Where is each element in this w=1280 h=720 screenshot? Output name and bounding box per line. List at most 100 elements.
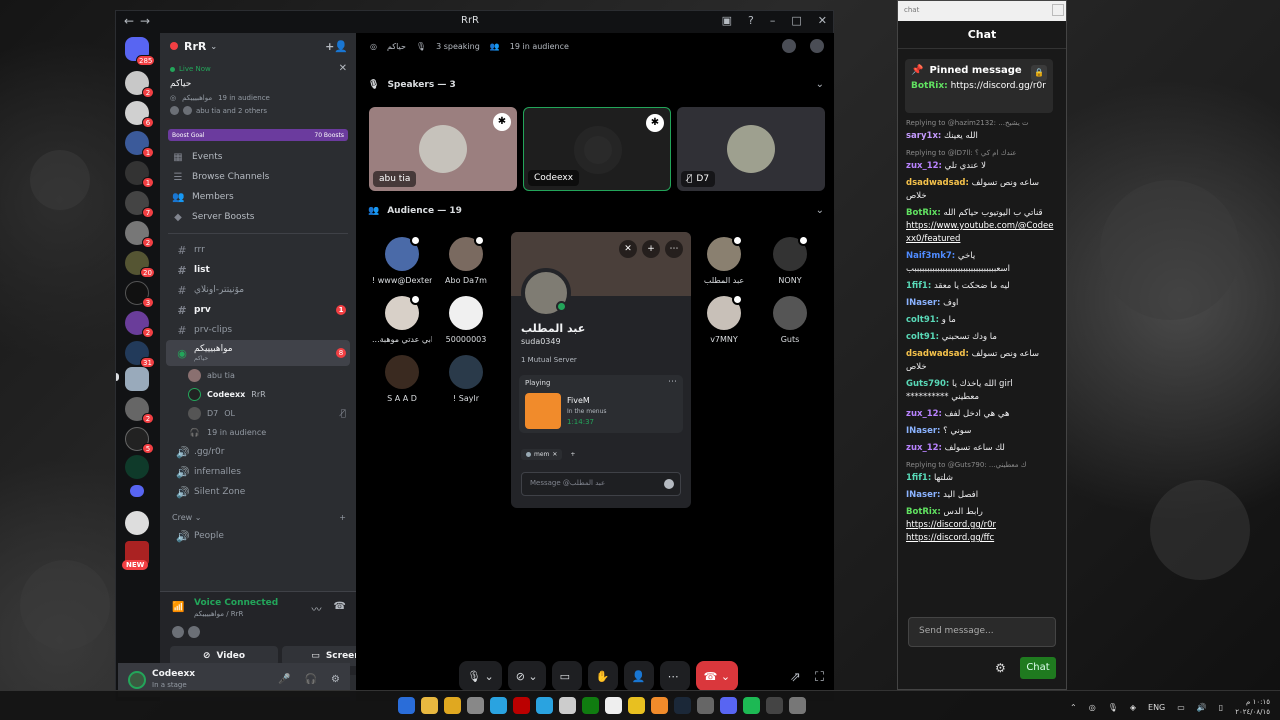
user-avatar[interactable] bbox=[128, 671, 146, 689]
voice-connected-sub[interactable]: مواهبيييكم / RrR bbox=[194, 610, 243, 618]
chat-username[interactable]: zux_12: bbox=[906, 443, 942, 453]
audience-member[interactable]: v7MNY bbox=[694, 294, 754, 344]
audience-member[interactable]: ! www@Dexter bbox=[372, 235, 432, 285]
audience-count[interactable]: 🎧 19 in audience bbox=[160, 423, 356, 442]
audience-member[interactable]: S A A D bbox=[372, 355, 432, 403]
category-crew[interactable]: Crew ⌄ + bbox=[160, 508, 356, 526]
share-screen-button[interactable]: ▭ bbox=[551, 661, 582, 691]
spotify-icon[interactable] bbox=[743, 697, 760, 714]
voice-channel[interactable]: 🔊 .gg/r0r bbox=[166, 442, 350, 462]
noise-suppression-icon[interactable]: 〰 bbox=[312, 601, 322, 616]
app-tray-icon[interactable]: ◎ bbox=[1089, 703, 1096, 712]
app-icon[interactable] bbox=[605, 697, 622, 714]
telegram-icon[interactable] bbox=[536, 697, 553, 714]
channel-item[interactable]: # list bbox=[166, 260, 350, 280]
chat-link[interactable]: https://discord.gg/r0r https://discord.g… bbox=[906, 520, 996, 543]
voice-user[interactable]: Codeexx RrR bbox=[160, 385, 356, 404]
popout-icon[interactable]: ⇗ bbox=[790, 670, 801, 685]
camera-button[interactable]: ⊘ ⌄ bbox=[507, 661, 546, 691]
inbox-icon[interactable]: ▣ bbox=[722, 14, 732, 27]
app-tray-icon[interactable]: ◈ bbox=[1130, 703, 1136, 712]
add-friend-icon[interactable]: + bbox=[642, 240, 660, 258]
speaker-card[interactable]: ✱ abu tia bbox=[369, 107, 517, 191]
chevron-up-icon[interactable]: ⌃ bbox=[1070, 703, 1077, 712]
fivem-icon[interactable] bbox=[651, 697, 668, 714]
raise-hand-button[interactable]: ✋ bbox=[587, 661, 618, 691]
clock[interactable]: ١٠:١٥ م ٢٠٢٤/٠٨/١٥ bbox=[1235, 697, 1270, 717]
volume-icon[interactable]: 🔊 bbox=[1197, 703, 1207, 712]
close-button[interactable] bbox=[1052, 4, 1064, 16]
voice-channel[interactable]: 🔊 infernalles bbox=[166, 462, 350, 482]
server-icon[interactable] bbox=[125, 511, 149, 535]
chat-username[interactable]: BotRix: bbox=[906, 507, 941, 517]
settings-gear-icon[interactable]: ⚙ bbox=[995, 661, 1006, 675]
telegram-icon[interactable] bbox=[490, 697, 507, 714]
chat-username[interactable]: zux_12: bbox=[906, 409, 942, 419]
chat-username[interactable]: zux_12: bbox=[906, 161, 942, 171]
speaker-card[interactable]: ✱ Codeexx bbox=[523, 107, 671, 191]
emoji-icon[interactable] bbox=[664, 479, 674, 489]
invite-icon[interactable]: +👤 bbox=[325, 40, 348, 53]
chrome-icon[interactable] bbox=[421, 697, 438, 714]
app-icon[interactable] bbox=[789, 697, 806, 714]
voice-channel[interactable]: 🔊 People bbox=[166, 526, 350, 546]
folder-icon[interactable] bbox=[130, 485, 144, 497]
voice-user[interactable]: abu tia bbox=[160, 366, 356, 385]
chat-username[interactable]: BotRix: bbox=[906, 208, 941, 218]
menu-events[interactable]: ▦ Events bbox=[160, 147, 356, 167]
lock-icon[interactable]: 🔒 bbox=[1031, 65, 1047, 81]
reply-reference[interactable]: Replying to @Guts790: ...ك معطيني bbox=[906, 459, 1054, 472]
audience-member[interactable]: عبد المطلب bbox=[694, 235, 754, 285]
chat-username[interactable]: colt91: bbox=[906, 332, 939, 342]
audience-member[interactable]: Abo Da7m bbox=[436, 235, 496, 285]
back-forward-icon[interactable]: ←→ bbox=[124, 14, 156, 28]
language-indicator[interactable]: ENG bbox=[1148, 703, 1165, 712]
channel-item[interactable]: # rrr bbox=[166, 240, 350, 260]
chat-username[interactable]: Naif3mk7: bbox=[906, 251, 955, 261]
more-options-button[interactable]: ⋯ bbox=[659, 661, 690, 691]
obs-icon[interactable] bbox=[559, 697, 576, 714]
activity-icon[interactable] bbox=[810, 39, 824, 53]
chat-username[interactable]: 1fif1: bbox=[906, 473, 931, 483]
chat-username[interactable]: dsadwadsad: bbox=[906, 178, 969, 188]
discord-icon[interactable] bbox=[720, 697, 737, 714]
reply-reference[interactable]: Replying to @hazim2132: ...ت يشيخ bbox=[906, 117, 1054, 130]
more-icon[interactable]: ⋯ bbox=[665, 240, 683, 258]
chevron-down-icon[interactable]: ⌄ bbox=[816, 79, 824, 90]
add-channel-icon[interactable]: + bbox=[339, 513, 346, 522]
boost-goal-bar[interactable]: Boost Goal 70 Boosts bbox=[168, 129, 348, 141]
requests-icon[interactable] bbox=[782, 39, 796, 53]
chat-username[interactable]: colt91: bbox=[906, 315, 939, 325]
netflix-icon[interactable] bbox=[513, 697, 530, 714]
invite-button[interactable]: 👤 bbox=[623, 661, 654, 691]
channel-item[interactable]: # مۆنيتتر-اونلاي bbox=[166, 280, 350, 300]
voice-channel[interactable]: 🔊 Silent Zone bbox=[166, 482, 350, 502]
profile-message-input[interactable]: Message @عبد المطلب bbox=[521, 472, 681, 496]
maximize-button[interactable]: □ bbox=[791, 14, 801, 27]
chevron-down-icon[interactable]: ⌄ bbox=[816, 205, 824, 216]
disconnect-icon[interactable]: ☎ bbox=[334, 601, 346, 616]
close-button[interactable]: ✕ bbox=[818, 14, 827, 27]
store-icon[interactable] bbox=[467, 697, 484, 714]
chat-input[interactable]: Send message... bbox=[908, 617, 1056, 647]
mute-icon[interactable]: ✕ bbox=[619, 240, 637, 258]
mic-icon[interactable]: 🎙 bbox=[1108, 703, 1118, 712]
audience-header[interactable]: 👥 Audience — 19 bbox=[368, 203, 462, 219]
audience-member[interactable]: Guts bbox=[760, 296, 820, 344]
settings-gear-icon[interactable]: ⚙ bbox=[331, 674, 340, 685]
leave-stage-button[interactable]: ☎ ⌄ bbox=[695, 661, 739, 691]
audience-member[interactable]: 50000003 bbox=[436, 296, 496, 344]
channel-item[interactable]: # prv-clips bbox=[166, 320, 350, 340]
chat-username[interactable]: INaser: bbox=[906, 426, 940, 436]
steam-icon[interactable] bbox=[674, 697, 691, 714]
chat-link[interactable]: https://www.youtube.com/@Codeexx0/featur… bbox=[906, 221, 1053, 244]
app-icon[interactable] bbox=[766, 697, 783, 714]
network-icon[interactable]: ▭ bbox=[1177, 703, 1185, 712]
add-role-icon[interactable]: + bbox=[570, 451, 575, 458]
audience-member[interactable]: ...يوابي عدتي موهبة bbox=[372, 294, 432, 344]
fullscreen-icon[interactable]: ⛶ bbox=[815, 670, 824, 685]
xbox-icon[interactable] bbox=[582, 697, 599, 714]
chat-send-button[interactable]: Chat bbox=[1020, 657, 1056, 679]
server-icon[interactable] bbox=[125, 455, 149, 479]
chat-username[interactable]: 1fif1: bbox=[906, 281, 931, 291]
